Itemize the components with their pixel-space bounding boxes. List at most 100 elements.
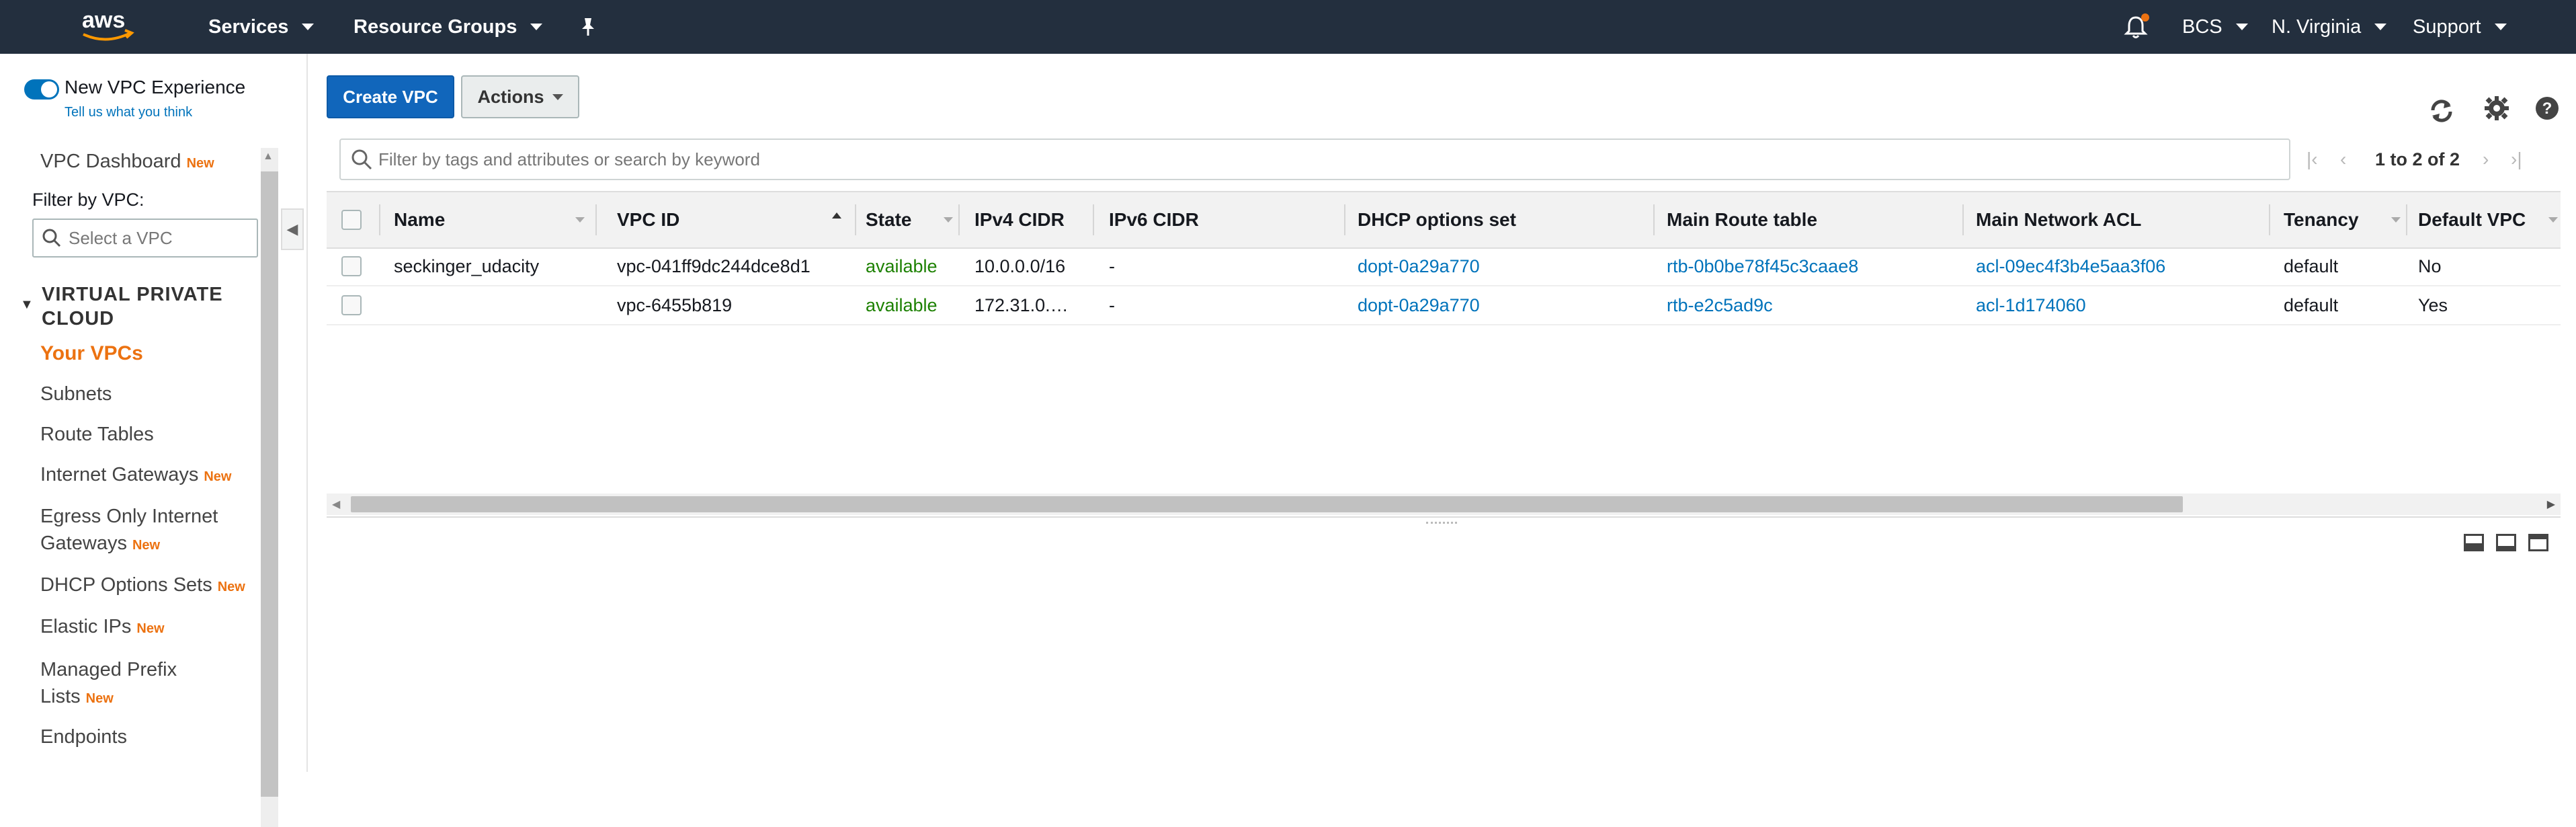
- sort-caret-icon[interactable]: [944, 217, 953, 223]
- sidebar-item-elastic-ips[interactable]: Elastic IPs New: [40, 613, 165, 642]
- column-vpc-id-label: VPC ID: [617, 209, 680, 230]
- pin-icon[interactable]: [579, 0, 597, 54]
- table-row[interactable]: seckinger_udacity vpc-041ff9dc244dce8d1 …: [327, 247, 2561, 286]
- svg-text:?: ?: [2542, 100, 2552, 118]
- actions-button[interactable]: Actions: [461, 75, 579, 118]
- region-menu[interactable]: N. Virginia: [2272, 0, 2387, 54]
- row-checkbox[interactable]: [341, 256, 362, 276]
- feedback-link[interactable]: Tell us what you think: [65, 105, 192, 120]
- column-name-label: Name: [394, 209, 446, 230]
- column-header-dhcp-options-set[interactable]: DHCP options set: [1358, 192, 1516, 247]
- filter-by-vpc-label: Filter by VPC:: [32, 190, 144, 210]
- scroll-left-arrow-icon[interactable]: ◀: [332, 498, 340, 511]
- pagination-text: 1 to 2 of 2: [2375, 149, 2460, 169]
- sidebar-item-dhcp-options-sets[interactable]: DHCP Options Sets New: [40, 572, 245, 600]
- new-badge: New: [217, 580, 245, 594]
- column-header-name[interactable]: Name: [394, 192, 445, 247]
- sort-caret-icon[interactable]: [2548, 217, 2558, 223]
- chevron-down-icon: [2374, 24, 2387, 30]
- sidebar-item-subnets[interactable]: Subnets: [40, 381, 112, 407]
- sidebar-scrollbar-thumb[interactable]: [261, 171, 278, 797]
- panel-top-layout-icon[interactable]: [2528, 534, 2548, 551]
- sidebar-item-vpc-dashboard[interactable]: VPC Dashboard New: [40, 148, 214, 177]
- services-menu[interactable]: Services: [208, 0, 315, 54]
- egress-label-line1: Egress Only Internet: [40, 506, 218, 527]
- managed-prefix-label-line1: Managed Prefix: [40, 659, 177, 680]
- sort-caret-icon[interactable]: [2391, 217, 2401, 223]
- column-header-main-network-acl[interactable]: Main Network ACL: [1976, 192, 2141, 247]
- elastic-ips-label: Elastic IPs: [40, 616, 132, 637]
- cell-state: available: [866, 294, 938, 315]
- column-ipv4-label: IPv4 CIDR: [974, 209, 1065, 230]
- cell-route-table-link[interactable]: rtb-e2c5ad9c: [1667, 286, 1773, 324]
- panel-bottom-layout-icon[interactable]: [2464, 534, 2484, 551]
- column-header-ipv6-cidr[interactable]: IPv6 CIDR: [1109, 192, 1199, 247]
- column-header-tenancy[interactable]: Tenancy: [2284, 192, 2359, 247]
- column-header-main-route-table[interactable]: Main Route table: [1667, 192, 1817, 247]
- sidebar-item-egress-only-internet-gateways[interactable]: Egress Only Internet Gateways New: [40, 503, 218, 559]
- sort-caret-icon[interactable]: [575, 217, 585, 223]
- collapse-triangle-icon[interactable]: ▼: [20, 297, 34, 313]
- cell-network-acl-link[interactable]: acl-09ec4f3b4e5aa3f06: [1976, 247, 2165, 285]
- sidebar-item-internet-gateways[interactable]: Internet Gateways New: [40, 461, 231, 490]
- filter-search-input[interactable]: Filter by tags and attributes or search …: [339, 139, 2290, 180]
- cell-default-vpc: No: [2418, 255, 2442, 276]
- next-page-icon[interactable]: ›: [2483, 139, 2489, 180]
- collapse-sidebar-handle-icon[interactable]: ◀: [281, 208, 304, 250]
- cell-dhcp-options-link[interactable]: dopt-0a29a770: [1358, 286, 1480, 324]
- horizontal-scrollbar-thumb[interactable]: [351, 496, 2183, 512]
- column-ipv6-label: IPv6 CIDR: [1109, 209, 1199, 230]
- cell-name: seckinger_udacity: [394, 255, 540, 276]
- refresh-icon[interactable]: [2425, 94, 2458, 128]
- section-title-virtual-private-cloud: VIRTUAL PRIVATE CLOUD: [42, 284, 223, 329]
- top-navigation-bar: aws Services Resource Groups BCS N. Virg…: [0, 0, 2576, 54]
- actions-label: Actions: [477, 86, 544, 107]
- dhcp-options-sets-label: DHCP Options Sets: [40, 574, 212, 596]
- cell-tenancy: default: [2284, 255, 2339, 276]
- search-icon: [42, 229, 61, 247]
- cell-vpc-id: vpc-6455b819: [617, 294, 733, 315]
- first-page-icon[interactable]: |‹: [2307, 139, 2318, 180]
- cell-network-acl-link[interactable]: acl-1d174060: [1976, 286, 2086, 324]
- cell-dhcp-options-link[interactable]: dopt-0a29a770: [1358, 247, 1480, 285]
- row-checkbox[interactable]: [341, 295, 362, 315]
- sort-ascending-icon[interactable]: [832, 212, 841, 219]
- resource-groups-menu[interactable]: Resource Groups: [354, 0, 543, 54]
- support-menu[interactable]: Support: [2413, 0, 2507, 54]
- column-header-state[interactable]: State: [866, 192, 911, 247]
- settings-gear-icon[interactable]: [2480, 91, 2513, 125]
- pane-divider[interactable]: [327, 516, 2561, 518]
- column-header-ipv4-cidr[interactable]: IPv4 CIDR: [974, 192, 1065, 247]
- create-vpc-button[interactable]: Create VPC: [327, 75, 454, 118]
- aws-logo[interactable]: aws: [79, 0, 136, 54]
- sidebar-item-route-tables[interactable]: Route Tables: [40, 421, 154, 448]
- table-row[interactable]: vpc-6455b819 available 172.31.0.… - dopt…: [327, 286, 2561, 325]
- help-icon[interactable]: ?: [2530, 91, 2564, 125]
- table-header: Name VPC ID State IPv4 CIDR IPv6 CIDR DH…: [327, 191, 2561, 249]
- sidebar-item-managed-prefix-lists[interactable]: Managed Prefix Lists New: [40, 656, 177, 712]
- account-menu[interactable]: BCS: [2182, 0, 2248, 54]
- table-horizontal-scrollbar[interactable]: ◀ ▶: [327, 494, 2561, 515]
- notifications-bell-icon[interactable]: [2122, 0, 2149, 54]
- scroll-up-arrow-icon[interactable]: ▲: [263, 151, 274, 163]
- new-experience-toggle[interactable]: [24, 79, 59, 100]
- internet-gateways-label: Internet Gateways: [40, 464, 199, 485]
- sidebar-item-endpoints[interactable]: Endpoints: [40, 723, 127, 750]
- column-header-vpc-id[interactable]: VPC ID: [617, 192, 679, 247]
- new-experience-label: New VPC Experience: [65, 77, 246, 97]
- filter-search-placeholder: Filter by tags and attributes or search …: [378, 149, 760, 169]
- panel-split-layout-icon[interactable]: [2496, 534, 2516, 551]
- previous-page-icon[interactable]: ‹: [2340, 139, 2346, 180]
- left-navigation-sidebar: New VPC Experience Tell us what you thin…: [0, 54, 308, 827]
- column-header-default-vpc[interactable]: Default VPC: [2418, 192, 2526, 247]
- filter-by-vpc-placeholder: Select a VPC: [69, 227, 173, 248]
- sidebar-item-your-vpcs[interactable]: Your VPCs: [40, 340, 143, 367]
- pane-resize-handle-icon[interactable]: [1426, 522, 1457, 529]
- search-icon: [351, 149, 372, 170]
- new-badge: New: [204, 469, 232, 484]
- cell-route-table-link[interactable]: rtb-0b0be78f45c3caae8: [1667, 247, 1858, 285]
- scroll-right-arrow-icon[interactable]: ▶: [2547, 498, 2555, 511]
- last-page-icon[interactable]: ›|: [2511, 139, 2522, 180]
- filter-by-vpc-select[interactable]: Select a VPC: [32, 219, 258, 258]
- select-all-checkbox[interactable]: [341, 210, 362, 230]
